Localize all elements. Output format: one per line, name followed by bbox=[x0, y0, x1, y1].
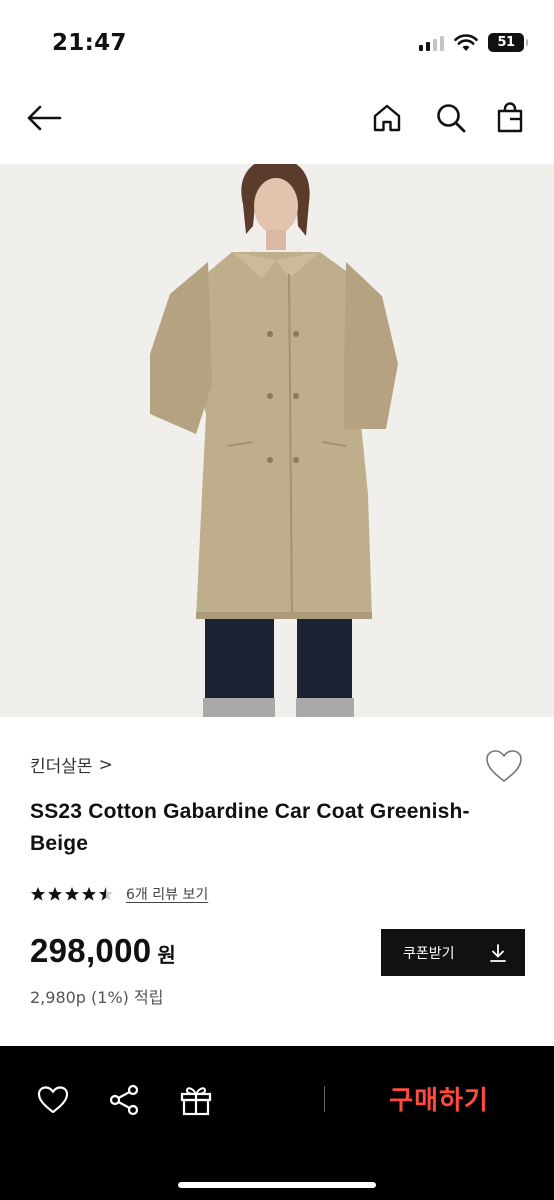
status-time: 21:47 bbox=[52, 30, 127, 56]
points-info: 2,980p (1%) 적립 bbox=[30, 988, 164, 1007]
wishlist-button[interactable] bbox=[484, 748, 524, 784]
share-icon bbox=[109, 1084, 139, 1116]
back-arrow-icon bbox=[27, 105, 62, 131]
star-rating bbox=[30, 886, 114, 902]
star-icon bbox=[31, 887, 45, 901]
brand-name: 킨더살몬 bbox=[30, 757, 93, 777]
battery-icon: 51 bbox=[488, 33, 528, 52]
star-half-icon bbox=[99, 887, 113, 901]
top-nav bbox=[0, 88, 554, 148]
heart-icon bbox=[37, 1086, 69, 1114]
home-icon bbox=[373, 104, 401, 132]
buy-label: 구매하기 bbox=[389, 1085, 489, 1116]
coupon-label: 쿠폰받기 bbox=[403, 945, 455, 962]
download-icon bbox=[490, 943, 506, 962]
like-button[interactable] bbox=[31, 1078, 75, 1122]
buy-button[interactable]: 구매하기 bbox=[354, 1074, 524, 1122]
signal-icon bbox=[419, 35, 444, 51]
search-icon bbox=[437, 104, 466, 133]
product-title: SS23 Cotton Gabardine Car Coat Greenish-… bbox=[30, 800, 470, 855]
shopping-bag-icon bbox=[497, 102, 523, 133]
product-photo bbox=[0, 164, 554, 717]
product-image[interactable] bbox=[0, 164, 554, 717]
star-icon bbox=[48, 887, 62, 901]
brand-link[interactable]: 킨더살몬 > bbox=[30, 752, 113, 778]
price: 298,000 bbox=[30, 932, 152, 969]
bottom-action-bar: 구매하기 bbox=[0, 1046, 554, 1200]
gift-button[interactable] bbox=[174, 1078, 218, 1122]
shopping-bag-button[interactable] bbox=[490, 98, 530, 138]
chevron-right-icon: > bbox=[98, 754, 113, 775]
review-link[interactable]: 6개 리뷰 보기 bbox=[126, 884, 208, 904]
status-icons: 51 bbox=[419, 33, 528, 52]
price-row: 298,000 원 bbox=[30, 932, 176, 970]
star-icon bbox=[82, 887, 96, 901]
status-bar: 21:47 51 bbox=[0, 0, 554, 80]
search-button[interactable] bbox=[431, 98, 471, 138]
heart-outline-icon bbox=[486, 750, 522, 782]
coupon-button[interactable]: 쿠폰받기 bbox=[381, 929, 525, 976]
rating-row: 6개 리뷰 보기 bbox=[30, 884, 208, 904]
share-button[interactable] bbox=[102, 1078, 146, 1122]
currency: 원 bbox=[157, 943, 176, 967]
back-button[interactable] bbox=[24, 98, 64, 138]
star-icon bbox=[65, 887, 79, 901]
home-indicator[interactable] bbox=[178, 1182, 376, 1188]
home-button[interactable] bbox=[367, 98, 407, 138]
battery-level: 51 bbox=[497, 35, 515, 50]
wifi-icon bbox=[454, 33, 478, 51]
gift-icon bbox=[180, 1087, 212, 1116]
divider bbox=[324, 1086, 325, 1112]
